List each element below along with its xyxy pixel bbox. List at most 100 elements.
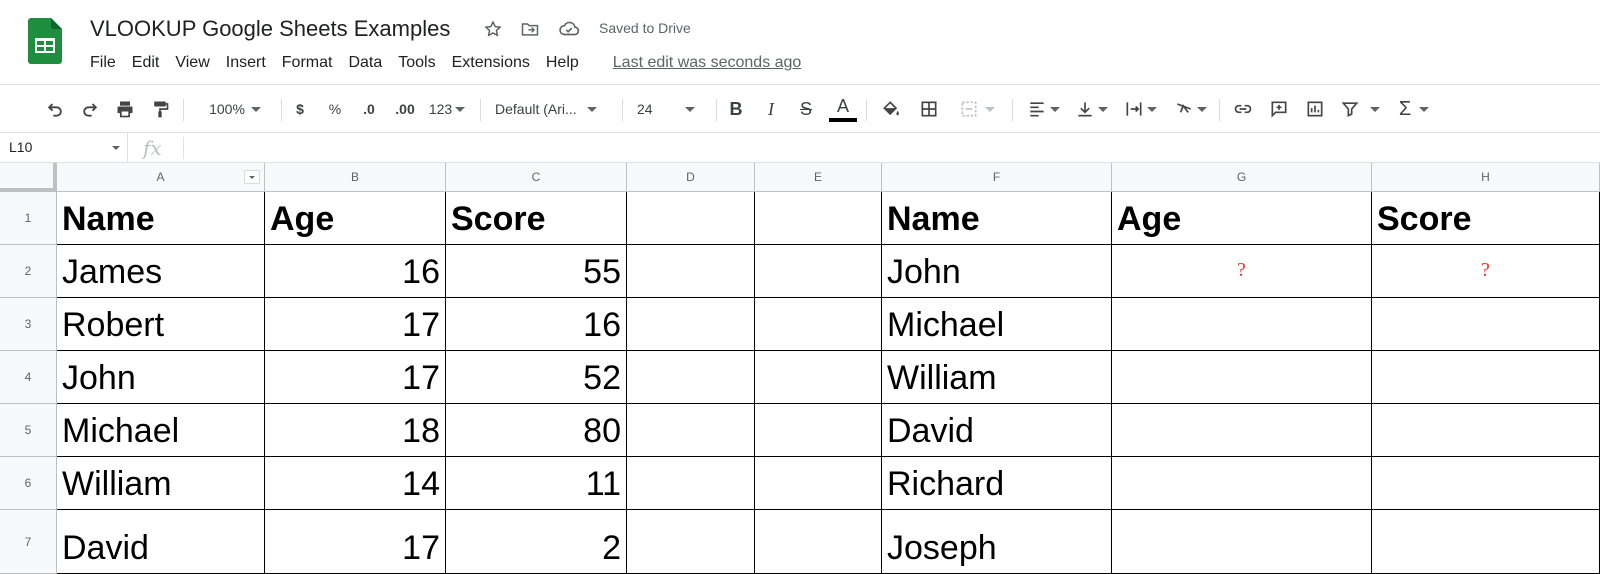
currency-format-button[interactable]: $ <box>290 95 310 123</box>
move-to-folder-icon[interactable] <box>518 17 542 41</box>
font-size-select[interactable]: 24 <box>637 95 707 123</box>
insert-comment-icon[interactable] <box>1266 95 1292 123</box>
undo-icon[interactable] <box>42 95 68 123</box>
cell-d7[interactable] <box>627 510 755 574</box>
menu-edit[interactable]: Edit <box>132 52 168 74</box>
more-formats-select[interactable]: 123 <box>425 95 469 123</box>
bold-icon[interactable]: B <box>724 95 748 123</box>
cell-g5[interactable] <box>1112 404 1372 457</box>
text-wrapping-icon[interactable] <box>1119 95 1161 123</box>
cell-h7[interactable] <box>1372 510 1600 574</box>
merge-cells-icon[interactable] <box>953 95 1001 123</box>
fill-color-icon[interactable] <box>878 95 904 123</box>
text-color-icon[interactable]: A <box>829 95 857 123</box>
filter-icon[interactable] <box>1337 95 1383 123</box>
cell-g3[interactable] <box>1112 298 1372 351</box>
cell-c2[interactable]: 55 <box>446 245 627 298</box>
cell-b3[interactable]: 17 <box>265 298 446 351</box>
cell-h5[interactable] <box>1372 404 1600 457</box>
cell-d1[interactable] <box>627 192 755 245</box>
column-header-g[interactable]: G <box>1112 163 1372 192</box>
column-header-a[interactable]: A <box>57 163 265 192</box>
column-header-f[interactable]: F <box>882 163 1112 192</box>
cell-b1[interactable]: Age <box>265 192 446 245</box>
row-header-5[interactable]: 5 <box>0 404 57 457</box>
menu-tools[interactable]: Tools <box>398 52 443 74</box>
last-edit-link[interactable]: Last edit was seconds ago <box>613 52 802 74</box>
cell-f1[interactable]: Name <box>882 192 1112 245</box>
insert-link-icon[interactable] <box>1230 95 1256 123</box>
cell-a3[interactable]: Robert <box>57 298 265 351</box>
cell-f7[interactable]: Joseph <box>882 510 1112 574</box>
cell-h6[interactable] <box>1372 457 1600 510</box>
column-header-e[interactable]: E <box>755 163 882 192</box>
text-rotation-icon[interactable] <box>1169 95 1211 123</box>
borders-icon[interactable] <box>916 95 942 123</box>
decrease-decimal-button[interactable]: .0 <box>356 95 382 123</box>
cell-a4[interactable]: John <box>57 351 265 404</box>
cell-d5[interactable] <box>627 404 755 457</box>
cell-g1[interactable]: Age <box>1112 192 1372 245</box>
menu-help[interactable]: Help <box>546 52 587 74</box>
select-all-corner[interactable] <box>0 163 57 192</box>
row-header-6[interactable]: 6 <box>0 457 57 510</box>
zoom-select[interactable]: 100% <box>199 95 271 123</box>
formula-input[interactable] <box>190 133 1590 163</box>
name-box[interactable]: L10 <box>0 133 128 163</box>
sheets-logo-icon[interactable] <box>28 18 62 64</box>
column-header-d[interactable]: D <box>627 163 755 192</box>
column-header-b[interactable]: B <box>265 163 446 192</box>
cell-a6[interactable]: William <box>57 457 265 510</box>
cell-e2[interactable] <box>755 245 882 298</box>
cell-c6[interactable]: 11 <box>446 457 627 510</box>
row-header-2[interactable]: 2 <box>0 245 57 298</box>
cell-c4[interactable]: 52 <box>446 351 627 404</box>
cell-c1[interactable]: Score <box>446 192 627 245</box>
cell-a5[interactable]: Michael <box>57 404 265 457</box>
font-family-select[interactable]: Default (Ari... <box>495 95 613 123</box>
functions-icon[interactable]: Σ <box>1393 95 1435 123</box>
cell-e7[interactable] <box>755 510 882 574</box>
cell-g2[interactable]: ? <box>1112 245 1372 298</box>
cell-f3[interactable]: Michael <box>882 298 1112 351</box>
cell-h3[interactable] <box>1372 298 1600 351</box>
cell-b6[interactable]: 14 <box>265 457 446 510</box>
menu-file[interactable]: File <box>90 52 124 74</box>
row-header-1[interactable]: 1 <box>0 192 57 245</box>
cell-h4[interactable] <box>1372 351 1600 404</box>
cell-f6[interactable]: Richard <box>882 457 1112 510</box>
row-header-3[interactable]: 3 <box>0 298 57 351</box>
cell-b2[interactable]: 16 <box>265 245 446 298</box>
paint-format-icon[interactable] <box>147 95 173 123</box>
column-header-h[interactable]: H <box>1372 163 1600 192</box>
cell-d3[interactable] <box>627 298 755 351</box>
cell-b4[interactable]: 17 <box>265 351 446 404</box>
row-header-4[interactable]: 4 <box>0 351 57 404</box>
cell-d2[interactable] <box>627 245 755 298</box>
chevron-down-icon[interactable] <box>112 146 120 150</box>
cloud-saved-icon[interactable] <box>557 17 581 41</box>
column-header-c[interactable]: C <box>446 163 627 192</box>
print-icon[interactable] <box>112 95 138 123</box>
document-title[interactable]: VLOOKUP Google Sheets Examples <box>90 16 450 42</box>
horizontal-align-icon[interactable] <box>1023 95 1063 123</box>
cell-a1[interactable]: Name <box>57 192 265 245</box>
cell-a2[interactable]: James <box>57 245 265 298</box>
column-menu-dropdown-icon[interactable] <box>244 170 260 184</box>
cell-h1[interactable]: Score <box>1372 192 1600 245</box>
menu-insert[interactable]: Insert <box>226 52 274 74</box>
cell-c3[interactable]: 16 <box>446 298 627 351</box>
cell-d4[interactable] <box>627 351 755 404</box>
cell-f2[interactable]: John <box>882 245 1112 298</box>
cell-g6[interactable] <box>1112 457 1372 510</box>
cell-c7[interactable]: 2 <box>446 510 627 574</box>
vertical-align-icon[interactable] <box>1071 95 1111 123</box>
cell-c5[interactable]: 80 <box>446 404 627 457</box>
star-icon[interactable] <box>481 17 505 41</box>
insert-chart-icon[interactable] <box>1302 95 1328 123</box>
cell-e3[interactable] <box>755 298 882 351</box>
increase-decimal-button[interactable]: .00 <box>391 95 419 123</box>
cell-e6[interactable] <box>755 457 882 510</box>
menu-format[interactable]: Format <box>282 52 341 74</box>
menu-data[interactable]: Data <box>348 52 390 74</box>
